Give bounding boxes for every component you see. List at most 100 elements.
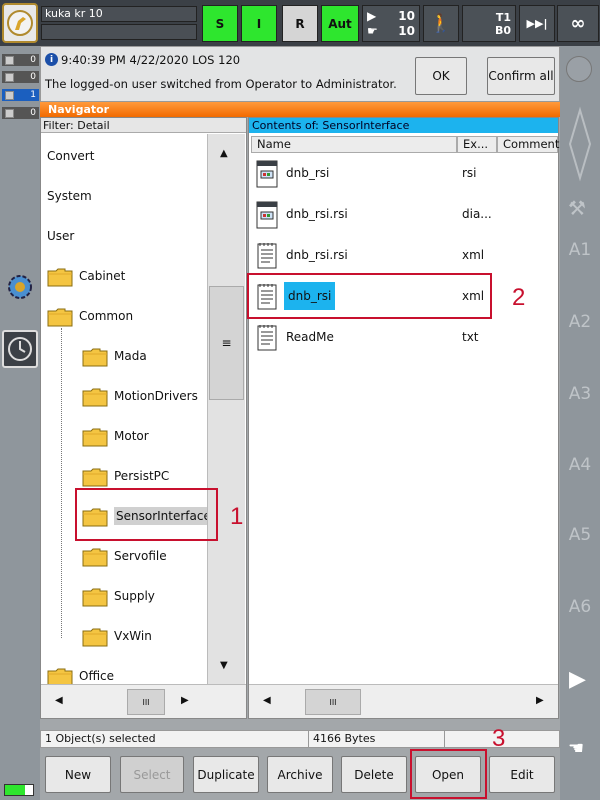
drives-status[interactable]: I — [241, 5, 277, 42]
file-row[interactable]: dnb_rsi.rsi dia... — [254, 200, 554, 230]
tree-item-supply[interactable]: Supply — [82, 586, 155, 606]
tree-item-cabinet[interactable]: Cabinet — [47, 266, 125, 286]
ok-button[interactable]: OK — [415, 57, 467, 95]
file-list[interactable]: Contents of: SensorInterface Name Ex... … — [248, 117, 559, 719]
start-icon[interactable]: ▶ — [569, 667, 586, 692]
info-counter[interactable]: 1 — [2, 89, 39, 101]
axis-a2[interactable]: A2 — [563, 312, 597, 332]
tree-item-user[interactable]: User — [47, 226, 74, 246]
annotation-box-2 — [247, 273, 492, 319]
operating-mode[interactable]: Aut — [321, 5, 359, 42]
robot-arm-icon[interactable]: ⚒ — [568, 196, 594, 222]
directory-tree[interactable]: Filter: Detail Convert System User Cabin… — [40, 117, 247, 719]
axis-a6[interactable]: A6 — [563, 597, 597, 617]
contents-label: Contents of: SensorInterface — [249, 118, 558, 133]
tree-item-system[interactable]: System — [47, 186, 92, 206]
scroll-left-icon[interactable]: ◀ — [55, 695, 63, 706]
annotation-label-2: 2 — [512, 284, 526, 311]
hscroll-thumb[interactable]: III — [127, 689, 165, 715]
hand-icon[interactable]: ☚ — [568, 738, 584, 759]
left-sidebar — [0, 46, 40, 800]
info-counter-icon — [5, 90, 14, 100]
incremental-jog[interactable]: ∞ — [557, 5, 599, 42]
column-header-extension[interactable]: Ex... — [457, 136, 497, 153]
folder-icon — [82, 627, 108, 647]
file-row[interactable]: dnb_rsi.rsi xml — [254, 241, 554, 271]
folder-icon — [82, 347, 108, 367]
warning-counter-icon — [5, 72, 14, 82]
message-text: The logged-on user switched from Operato… — [45, 77, 397, 91]
file-row[interactable]: ReadMe txt — [254, 323, 554, 353]
robot-interpreter-status[interactable]: R — [282, 5, 318, 42]
files-horizontal-scrollbar[interactable]: ◀ III ▶ — [249, 684, 558, 718]
error-counter-icon — [5, 55, 14, 65]
globe-icon[interactable] — [566, 56, 592, 82]
text-file-icon — [256, 324, 278, 352]
axis-a5[interactable]: A5 — [563, 525, 597, 545]
tree-item-convert[interactable]: Convert — [47, 146, 94, 166]
scroll-right-icon[interactable]: ▶ — [181, 695, 189, 706]
tool-number: T1 — [495, 10, 511, 24]
tree-item-motiondrivers[interactable]: MotionDrivers — [82, 386, 198, 406]
warning-counter[interactable]: 0 — [2, 71, 39, 83]
selection-count: 1 Object(s) selected — [41, 731, 309, 747]
fast-forward-icon[interactable]: ▶▶| — [519, 5, 555, 42]
override-indicator[interactable]: ▶ 10 ☛ 10 — [362, 5, 420, 42]
tree-item-common[interactable]: Common — [47, 306, 133, 326]
rsi-file-icon — [256, 201, 278, 229]
clock-icon[interactable] — [2, 330, 38, 368]
jog-override: 10 — [398, 24, 415, 39]
battery-icon — [4, 784, 34, 796]
tree-item-servofile[interactable]: Servofile — [82, 546, 167, 566]
column-header-comment[interactable]: Comment — [497, 136, 559, 153]
archive-button[interactable]: Archive — [267, 756, 333, 793]
scroll-right-icon[interactable]: ▶ — [536, 695, 544, 706]
gear-icon[interactable] — [4, 271, 36, 303]
axis-a4[interactable]: A4 — [563, 455, 597, 475]
column-header-name[interactable]: Name — [251, 136, 457, 153]
annotation-label-1: 1 — [230, 503, 244, 530]
scroll-left-icon[interactable]: ◀ — [263, 695, 271, 706]
folder-icon — [82, 587, 108, 607]
scroll-down-icon[interactable]: ▼ — [220, 660, 228, 671]
navigator-title: Navigator — [40, 102, 560, 117]
tree-vertical-scrollbar[interactable]: ▲ ≡ ▼ — [207, 134, 245, 684]
scroll-thumb[interactable]: ≡ — [209, 286, 244, 400]
select-button[interactable]: Select — [120, 756, 184, 793]
edit-button[interactable]: Edit — [489, 756, 555, 793]
tool-base-indicator[interactable]: T1 B0 — [462, 5, 516, 42]
base-number: B0 — [494, 23, 511, 37]
folder-icon — [47, 307, 73, 327]
axis-a1[interactable]: A1 — [563, 240, 597, 260]
robot-icon[interactable] — [2, 3, 38, 43]
error-counter[interactable]: 0 — [2, 54, 39, 66]
wait-counter-icon — [5, 108, 14, 118]
folder-icon — [82, 387, 108, 407]
wait-counter[interactable]: 0 — [2, 107, 39, 119]
submit-interpreter-status[interactable]: S — [202, 5, 238, 42]
tree-item-office[interactable]: Office — [47, 666, 114, 686]
tree-item-motor[interactable]: Motor — [82, 426, 149, 446]
hscroll-thumb[interactable]: III — [305, 689, 361, 715]
walking-person-icon[interactable]: 🚶 — [423, 5, 459, 42]
xml-file-icon — [256, 242, 278, 270]
file-size: 4166 Bytes — [309, 731, 445, 747]
delete-button[interactable]: Delete — [341, 756, 407, 793]
tree-item-persistpc[interactable]: PersistPC — [82, 466, 169, 486]
confirm-all-button[interactable]: Confirm all — [487, 57, 555, 95]
status-bar: 1 Object(s) selected 4166 Bytes — [40, 730, 560, 748]
axis-a3[interactable]: A3 — [563, 384, 597, 404]
tree-horizontal-scrollbar[interactable]: ◀ III ▶ — [41, 684, 246, 718]
info-icon: i — [45, 53, 58, 66]
folder-icon — [82, 547, 108, 567]
scroll-up-icon[interactable]: ▲ — [220, 148, 228, 159]
tree-item-mada[interactable]: Mada — [82, 346, 147, 366]
duplicate-button[interactable]: Duplicate — [193, 756, 259, 793]
robot-name: kuka kr 10 — [41, 6, 197, 22]
robot-sub-status — [41, 24, 197, 40]
tree-item-vxwin[interactable]: VxWin — [82, 626, 152, 646]
jog-cartesian-icon[interactable] — [562, 104, 598, 184]
new-button[interactable]: New — [45, 756, 111, 793]
file-row[interactable]: dnb_rsi rsi — [254, 159, 554, 189]
annotation-box-3 — [410, 749, 487, 799]
